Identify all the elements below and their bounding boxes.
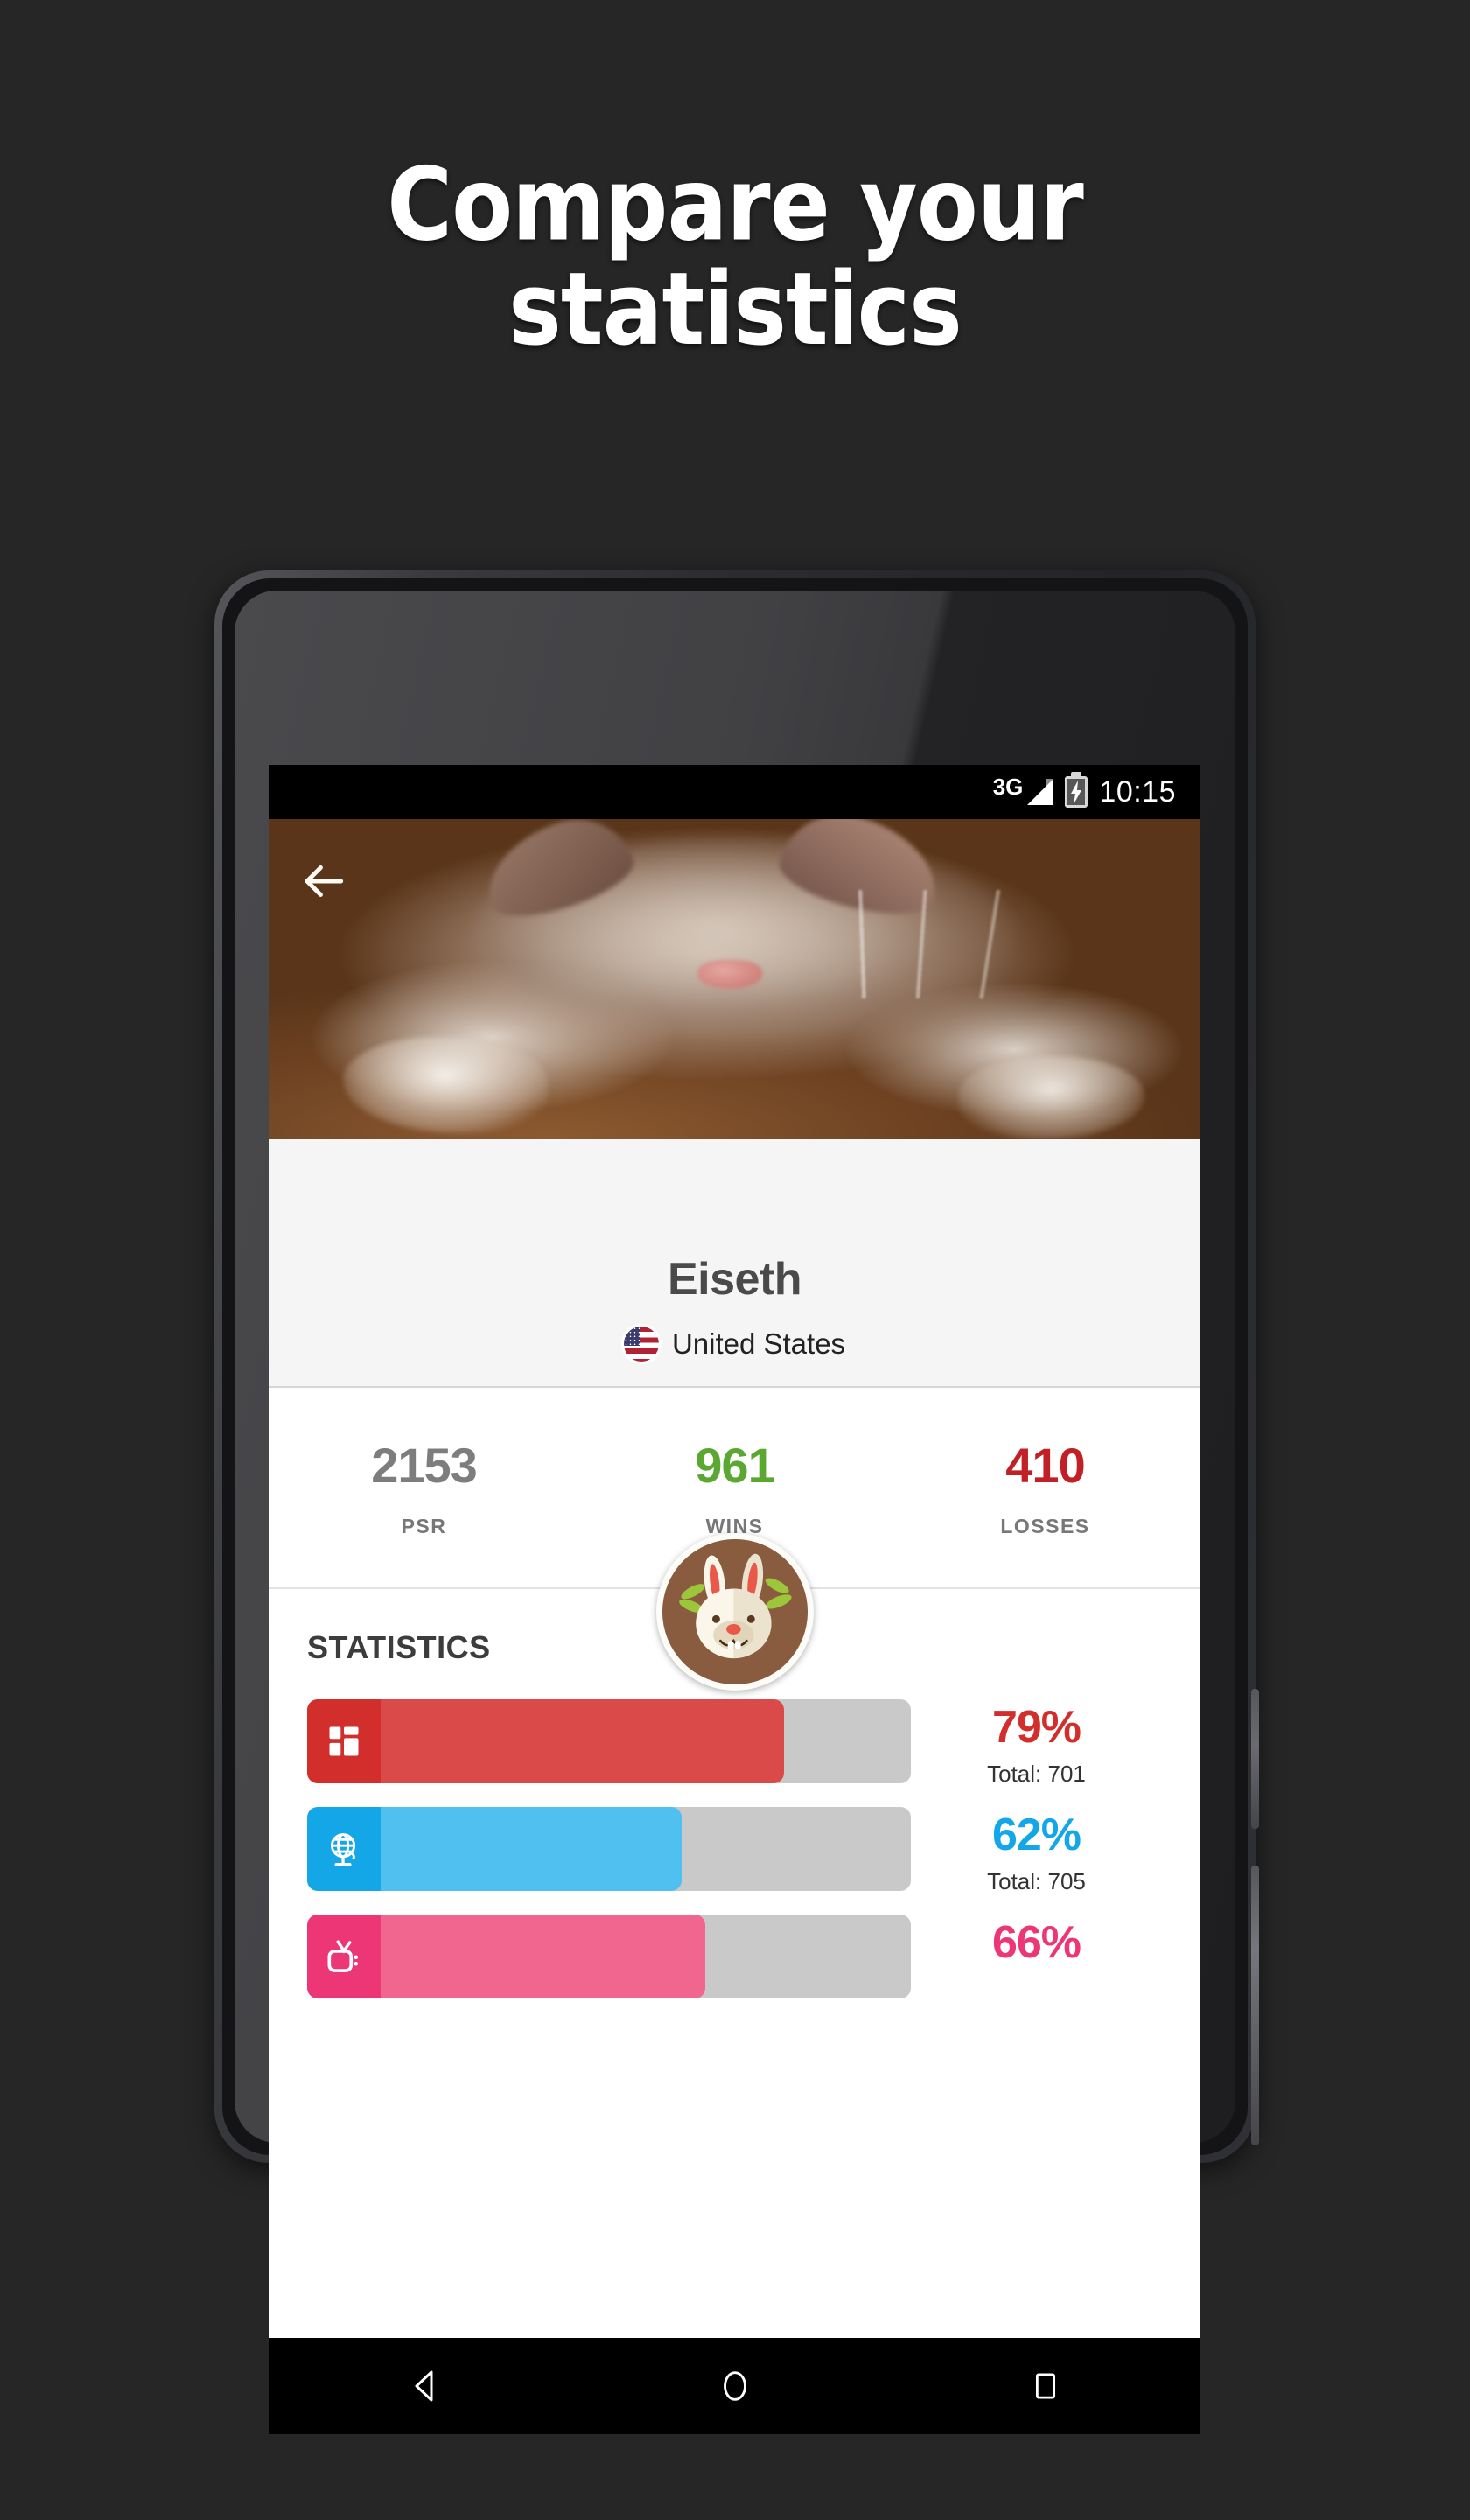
profile-username: Eiseth	[667, 1254, 802, 1305]
total-label: Total: 705	[987, 1868, 1086, 1894]
grid-blocks-icon	[307, 1699, 381, 1783]
cover-photo	[269, 819, 1200, 1139]
nav-recents-icon[interactable]	[998, 2338, 1094, 2434]
battery-charging-icon	[1065, 776, 1088, 808]
globe-icon	[307, 1807, 381, 1891]
statistic-row-globe[interactable]: 62% Total: 705	[307, 1807, 1162, 1895]
power-button[interactable]	[1251, 1689, 1259, 1829]
back-arrow-icon[interactable]	[296, 854, 350, 908]
losses-label: LOSSES	[1000, 1515, 1090, 1537]
percent-value: 79%	[991, 1702, 1082, 1753]
progress-track	[307, 1914, 911, 1998]
flag-united-states-icon	[623, 1326, 659, 1362]
summary-stat-losses: 410 LOSSES	[890, 1437, 1200, 1538]
nav-home-icon[interactable]	[687, 2338, 783, 2434]
signal-3g-icon	[1027, 779, 1054, 805]
percent-value: 66%	[991, 1917, 1082, 1968]
summary-stat-psr: 2153 PSR	[269, 1437, 579, 1538]
progress-track	[307, 1699, 911, 1783]
statistic-row-tv[interactable]: 66%	[307, 1914, 1162, 1998]
television-icon	[307, 1914, 381, 1998]
volume-rocker-button[interactable]	[1251, 1866, 1259, 2146]
statistic-row-grid[interactable]: 79% Total: 701	[307, 1699, 1162, 1788]
nav-back-icon[interactable]	[376, 2338, 472, 2434]
statistic-values: 62% Total: 705	[911, 1807, 1162, 1895]
android-navigation-bar	[269, 2338, 1200, 2434]
losses-value: 410	[1005, 1438, 1085, 1493]
profile-identity-card: Eiseth United States	[269, 1139, 1200, 1690]
rabbit-avatar-icon	[655, 1533, 814, 1690]
psr-value: 2153	[371, 1438, 478, 1493]
status-bar: 3G 10:15	[269, 765, 1200, 819]
network-type-label: 3G	[992, 774, 1024, 800]
summary-stat-wins: 961 WINS	[579, 1437, 890, 1538]
percent-value: 62%	[991, 1810, 1082, 1860]
headline-line-1: Compare your	[387, 146, 1084, 264]
profile-country: United States	[269, 1326, 1200, 1362]
progress-track	[307, 1807, 911, 1891]
promo-headline: Compare your statistics	[0, 152, 1470, 369]
status-bar-clock: 10:15	[1099, 774, 1176, 808]
phone-screen: 3G 10:15 Eiseth United States 2153 PSR 9…	[269, 765, 1200, 2434]
wins-value: 961	[695, 1438, 774, 1493]
psr-label: PSR	[401, 1515, 447, 1537]
country-label: United States	[671, 1327, 846, 1360]
total-label: Total: 701	[987, 1760, 1086, 1787]
statistic-values: 66%	[911, 1914, 1162, 1976]
statistic-values: 79% Total: 701	[911, 1699, 1162, 1788]
headline-line-2: statistics	[508, 250, 962, 369]
avatar[interactable]	[655, 1533, 814, 1690]
